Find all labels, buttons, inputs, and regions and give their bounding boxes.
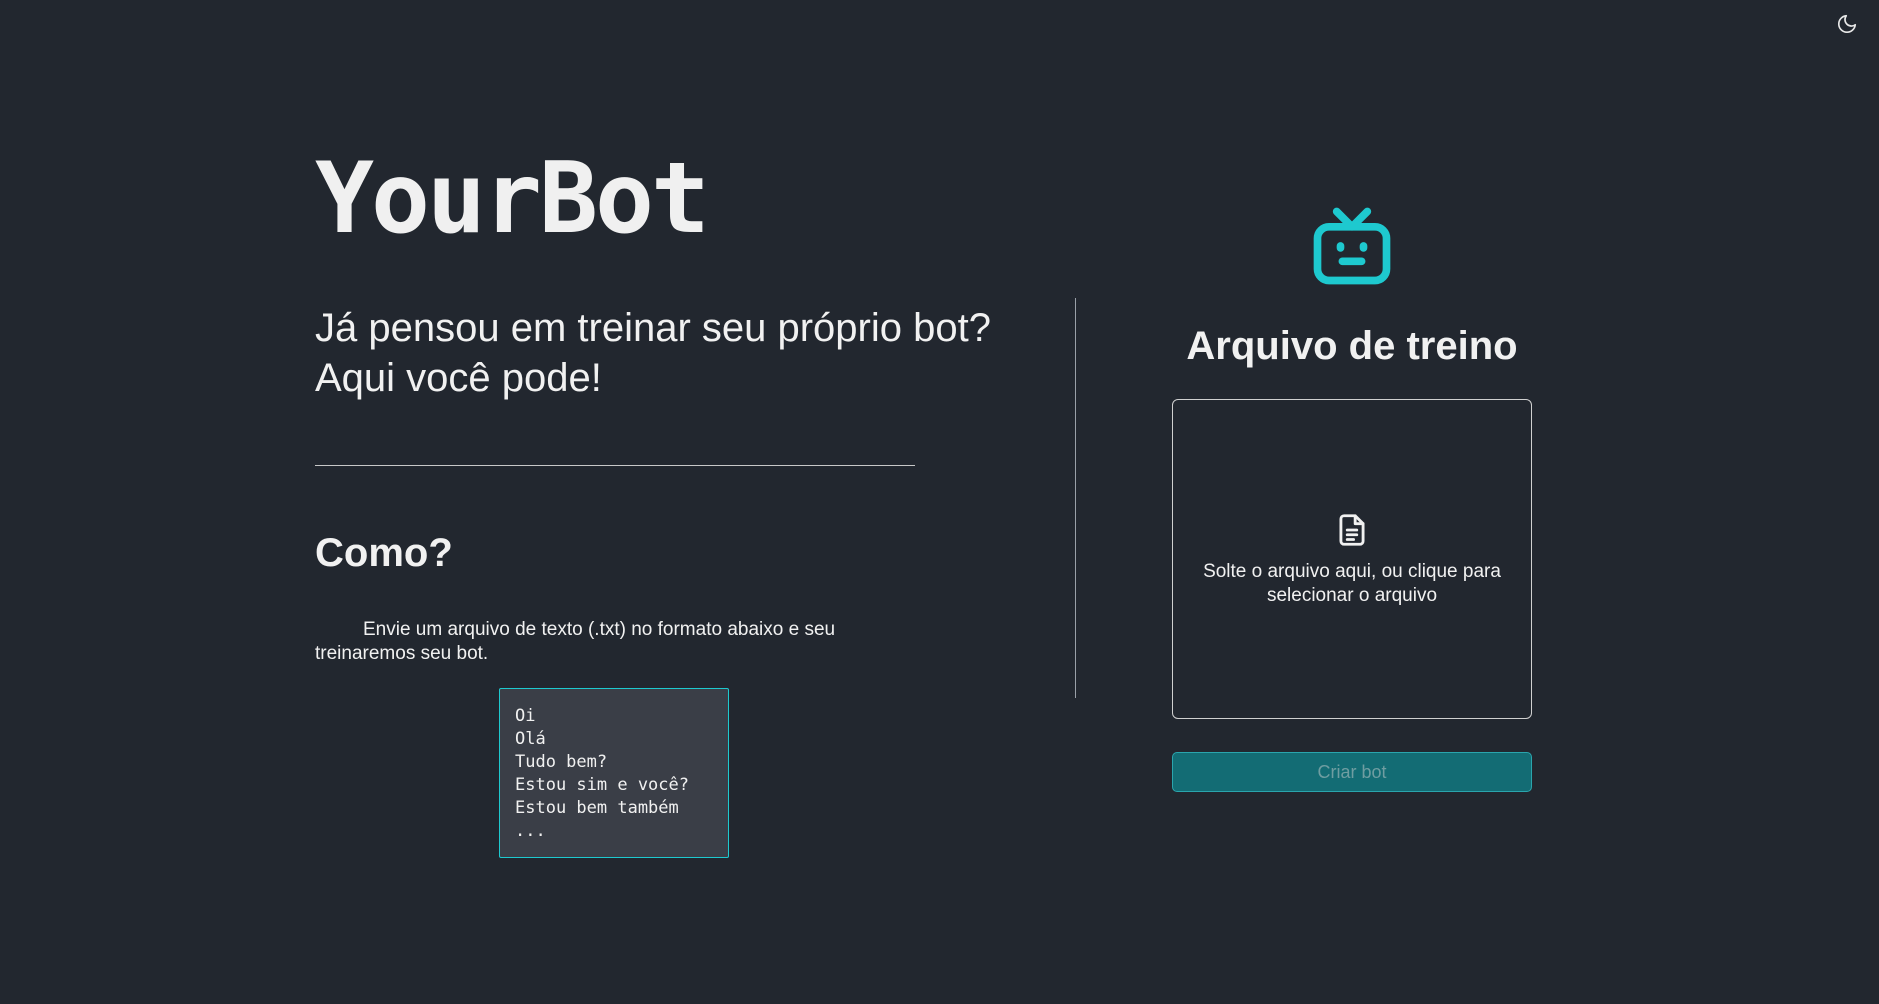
tagline: Já pensou em treinar seu próprio bot? Aq… [315,303,1015,403]
example-line: Olá [515,729,546,749]
moon-icon [1837,14,1857,34]
intro-section: YourBot Já pensou em treinar seu próprio… [315,150,1015,666]
section-divider [315,465,915,466]
example-line: Tudo bem? [515,752,608,772]
example-line: Estou bem também [515,798,679,818]
create-bot-button[interactable]: Criar bot [1172,752,1532,792]
page: YourBot Já pensou em treinar seu próprio… [0,0,1879,1004]
file-text-icon [1339,514,1365,546]
example-line: Estou sim e você? [515,775,689,795]
bot-tv-icon [1313,207,1391,285]
vertical-divider [1075,298,1076,698]
how-title: Como? [315,531,453,575]
theme-toggle-button[interactable] [1833,10,1861,38]
file-dropzone[interactable]: Solte o arquivo aqui, ou clique para sel… [1172,399,1532,719]
dropzone-text: Solte o arquivo aqui, ou clique para sel… [1203,561,1501,606]
tagline-line-2: Aqui você pode! [315,356,602,400]
upload-title: Arquivo de treino [1186,324,1518,368]
example-format-box: Oi Olá Tudo bem? Estou sim e você? Estou… [499,688,729,858]
tagline-line-1: Já pensou em treinar seu próprio bot? [315,306,991,350]
example-line: Oi [515,706,536,726]
upload-section: Arquivo de treino Solte o arquivo aqui, … [1172,200,1532,792]
brand-title: YourBot [315,142,710,256]
example-line: ... [515,821,546,841]
how-description: Envie um arquivo de texto (.txt) no form… [315,619,836,664]
